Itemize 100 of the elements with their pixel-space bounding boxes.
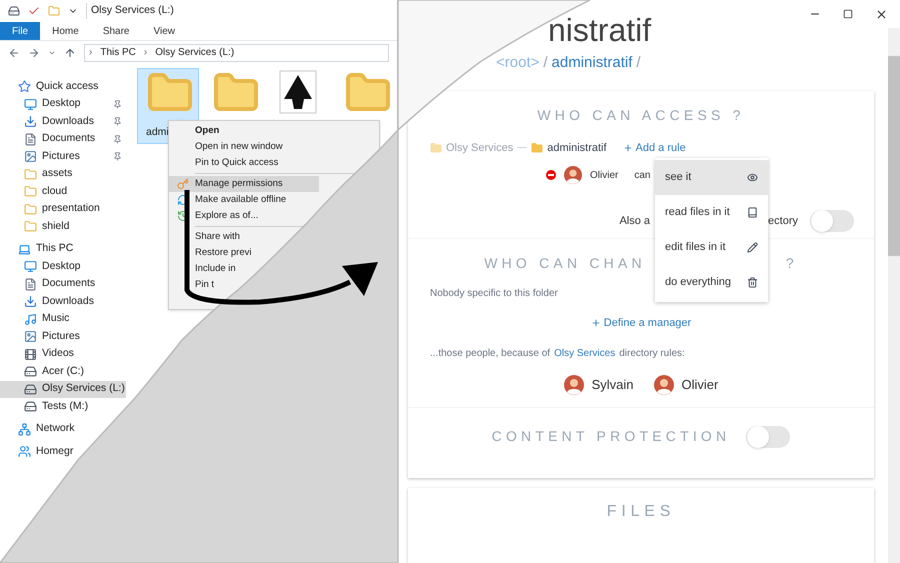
- nav-item[interactable]: Acer (C:): [0, 363, 84, 380]
- user-name: Olivier: [590, 168, 618, 182]
- pin-icon[interactable]: [113, 152, 122, 162]
- inherited-text: ...those people, because of: [430, 346, 550, 360]
- nav-item[interactable]: Desktop: [0, 96, 122, 113]
- menu-item[interactable]: Share with: [169, 229, 244, 245]
- up-icon[interactable]: [64, 46, 76, 58]
- avatar-icon: [654, 374, 674, 394]
- drive-icon[interactable]: [8, 5, 20, 17]
- computer-icon: [18, 242, 31, 256]
- maximize-icon[interactable]: [843, 9, 853, 19]
- nav-item[interactable]: Homegr: [0, 443, 74, 460]
- remove-icon[interactable]: [546, 170, 556, 180]
- nav-item[interactable]: Quick access: [0, 78, 98, 96]
- ribbon-tab[interactable]: File: [0, 22, 40, 40]
- nav-item[interactable]: Documents: [0, 276, 96, 293]
- close-icon[interactable]: [875, 8, 888, 20]
- drive-icon: [24, 400, 37, 414]
- path-folder: administratif: [547, 140, 607, 156]
- folder-icon: [24, 185, 37, 198]
- nav-item[interactable]: presentation: [0, 200, 122, 218]
- note-text: Nobody specific to this folder: [429, 287, 559, 301]
- path-separator: ›: [144, 46, 148, 60]
- drive-icon: [24, 365, 37, 378]
- ribbon-tab[interactable]: View: [142, 22, 187, 40]
- download-icon: [24, 295, 37, 308]
- nav-item[interactable]: Downloads: [0, 293, 94, 310]
- book-icon: [747, 206, 758, 218]
- nav-item[interactable]: Documents: [0, 130, 122, 148]
- section-heading: WHO CAN CHAN: [484, 254, 646, 273]
- menu-item[interactable]: Pin to Quick access: [169, 155, 282, 171]
- section-heading: CONTENT PROTECTION: [492, 427, 730, 446]
- nav-item[interactable]: Pictures: [0, 328, 80, 346]
- section-heading: WHO CAN ACCESS ?: [537, 106, 745, 124]
- ribbon-tab[interactable]: Share: [90, 22, 142, 40]
- nav-item[interactable]: This PC: [0, 240, 74, 258]
- image-icon: [24, 330, 37, 344]
- menu-item[interactable]: Make available offline: [169, 192, 290, 208]
- setting-label-end: ectory: [768, 214, 798, 229]
- plus-icon: [622, 142, 633, 153]
- path-folder: Olsy Services: [446, 140, 514, 156]
- ribbon-tab[interactable]: Home: [40, 22, 91, 40]
- menu-item[interactable]: Pin t: [169, 277, 218, 293]
- menu-item[interactable]: Restore previ: [169, 245, 256, 261]
- nav-item[interactable]: Desktop: [0, 258, 81, 276]
- monitor-icon: [24, 98, 37, 111]
- menu-option[interactable]: edit files in it: [655, 230, 768, 264]
- document-icon: [24, 278, 37, 291]
- menu-option[interactable]: do everything: [655, 264, 768, 300]
- breadcrumb-separator: /: [543, 53, 548, 73]
- image-icon: [24, 150, 37, 164]
- properties-icon[interactable]: [28, 5, 40, 17]
- directory-link[interactable]: Olsy Services: [554, 346, 616, 360]
- breadcrumb-link[interactable]: administratif: [552, 52, 632, 74]
- nav-item[interactable]: assets: [0, 166, 122, 183]
- toggle-switch[interactable]: [746, 426, 790, 448]
- section-heading: FILES: [606, 502, 676, 522]
- nav-item[interactable]: cloud: [0, 183, 122, 200]
- nav-item[interactable]: Network: [0, 420, 75, 438]
- pin-icon[interactable]: [113, 100, 122, 109]
- setting-label-start: Also a: [619, 214, 650, 229]
- people-icon: [18, 445, 31, 458]
- forward-icon[interactable]: [28, 46, 40, 58]
- permission-verb: can: [634, 168, 650, 182]
- menu-item[interactable]: Explore as of...: [169, 208, 262, 224]
- key-icon: [177, 178, 189, 190]
- address-segment[interactable]: Olsy Services (L:): [155, 45, 234, 60]
- window-title: Olsy Services (L:): [86, 3, 174, 19]
- scrollbar[interactable]: [888, 28, 900, 563]
- folder-icon: [24, 202, 37, 216]
- inherited-text: directory rules:: [619, 346, 685, 360]
- address-bar[interactable]: › This PC › Olsy Services (L:): [84, 44, 389, 62]
- manager-name: Olivier: [682, 376, 718, 394]
- menu-option[interactable]: see it: [655, 160, 768, 194]
- avatar-icon: [564, 166, 582, 184]
- folder-label: admi: [146, 125, 169, 140]
- nav-item[interactable]: Downloads: [0, 113, 122, 130]
- menu-item[interactable]: Include in: [169, 261, 240, 277]
- nav-item[interactable]: Videos: [0, 346, 74, 363]
- nav-item[interactable]: Music: [0, 310, 70, 328]
- music-note-icon: [24, 312, 37, 326]
- pin-icon[interactable]: [113, 134, 122, 144]
- define-manager-link[interactable]: Define a manager: [590, 315, 692, 332]
- nav-item[interactable]: Tests (M:): [0, 398, 88, 416]
- plus-icon: [590, 318, 601, 328]
- menu-option[interactable]: read files in it: [655, 194, 768, 230]
- network-icon: [18, 422, 31, 436]
- document-icon: [24, 132, 37, 146]
- download-icon: [24, 115, 37, 128]
- back-icon[interactable]: [8, 46, 20, 58]
- monitor-icon: [24, 260, 37, 274]
- nav-item[interactable]: Olsy Services (L:): [0, 380, 126, 398]
- toggle-switch[interactable]: [810, 210, 854, 232]
- menu-item[interactable]: Manage permissions: [169, 176, 319, 192]
- path-separator: ›: [89, 46, 92, 60]
- pin-icon[interactable]: [113, 117, 122, 126]
- add-rule-link[interactable]: Add a rule: [622, 140, 686, 156]
- address-segment[interactable]: This PC: [100, 45, 136, 60]
- nav-item[interactable]: Pictures: [0, 148, 122, 166]
- nav-item[interactable]: shield: [0, 218, 122, 236]
